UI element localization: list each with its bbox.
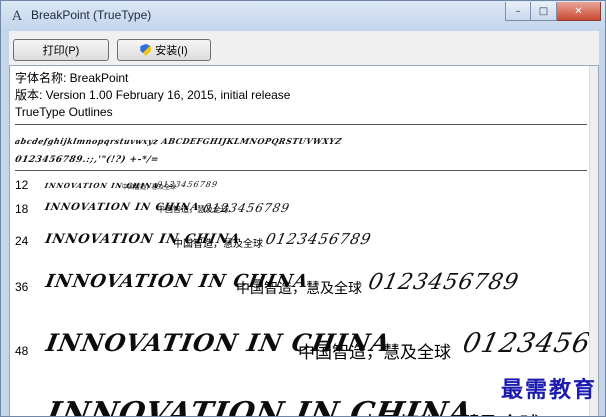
size-label-24: 24 bbox=[15, 234, 29, 248]
size-label-48: 48 bbox=[15, 344, 29, 358]
sample-cjk-60: 中国智造，慧及全球 bbox=[360, 408, 540, 416]
font-viewer-window: A BreakPoint (TrueType) – □ ✕ 打印(P) 安装(I… bbox=[0, 0, 606, 417]
uac-shield-icon bbox=[140, 44, 152, 56]
sample-digits-12: 0123456789 bbox=[156, 180, 219, 189]
font-info: 字体名称: BreakPoint 版本: Version 1.00 Februa… bbox=[15, 70, 291, 121]
install-button-label: 安装(I) bbox=[155, 45, 188, 57]
sample-divider bbox=[15, 170, 587, 171]
install-button[interactable]: 安装(I) bbox=[117, 39, 211, 61]
size-label-12: 12 bbox=[15, 178, 29, 192]
font-preview-pane[interactable]: 字体名称: BreakPoint 版本: Version 1.00 Februa… bbox=[9, 65, 599, 416]
info-divider bbox=[15, 124, 587, 125]
sample-cjk-24: 中国智造，慧及全球 bbox=[173, 239, 263, 250]
sample-digits-48: 0123456789 bbox=[460, 328, 599, 359]
vertical-scrollbar[interactable] bbox=[589, 66, 598, 416]
close-button[interactable]: ✕ bbox=[557, 2, 601, 21]
print-button[interactable]: 打印(P) bbox=[13, 39, 109, 61]
glyph-letters: abcdefghijklmnopqrstuvwxyz ABCDEFGHIJKLM… bbox=[14, 136, 343, 146]
title-bar[interactable]: A BreakPoint (TrueType) – □ ✕ bbox=[1, 1, 605, 31]
size-label-18: 18 bbox=[15, 202, 29, 216]
glyph-sample: abcdefghijklmnopqrstuvwxyz ABCDEFGHIJKLM… bbox=[14, 136, 343, 166]
sample-digits-18: 0123456789 bbox=[202, 201, 292, 215]
sample-cjk-36: 中国智造，慧及全球 bbox=[236, 281, 362, 297]
watermark-logo: 最需教育 bbox=[500, 377, 597, 403]
font-app-icon: A bbox=[12, 9, 22, 24]
font-name-line: 字体名称: BreakPoint bbox=[15, 71, 129, 85]
window-controls: – □ ✕ bbox=[505, 2, 601, 22]
sample-cjk-48: 中国智造，慧及全球 bbox=[298, 343, 451, 363]
sample-digits-24: 0123456789 bbox=[264, 230, 374, 248]
toolbar: 打印(P) 安装(I) bbox=[9, 31, 599, 65]
sample-digits-36: 0123456789 bbox=[366, 270, 522, 295]
window-title: BreakPoint (TrueType) bbox=[31, 8, 152, 22]
font-version-line: 版本: Version 1.00 February 16, 2015, init… bbox=[15, 88, 291, 102]
size-label-36: 36 bbox=[15, 280, 29, 294]
print-button-label: 打印(P) bbox=[42, 45, 80, 57]
glyph-digits: 0123456789.:;,'"(!?) +-*/= bbox=[14, 155, 160, 165]
maximize-button[interactable]: □ bbox=[531, 2, 557, 21]
font-outline-line: TrueType Outlines bbox=[15, 105, 113, 119]
minimize-button[interactable]: – bbox=[505, 2, 531, 21]
